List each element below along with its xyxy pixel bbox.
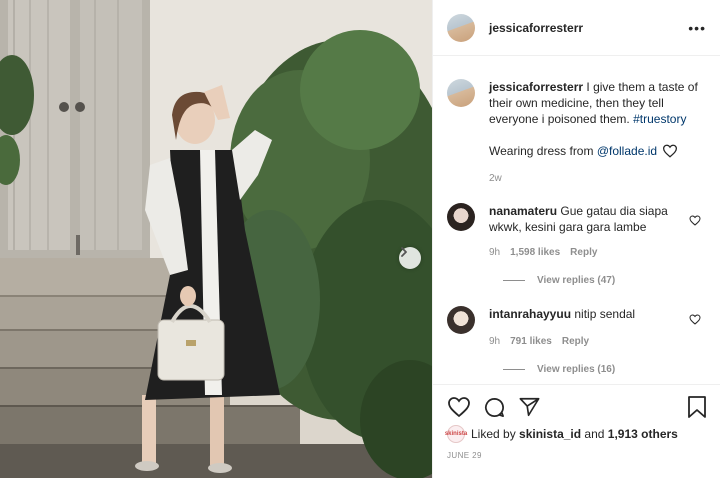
post-actions: skinista Liked by skinista_id and 1,913 … [433,384,720,460]
comment-likes[interactable]: 1,598 likes [510,245,560,261]
action-icons-row [447,395,707,419]
author-username[interactable]: jessicaforresterr [489,21,583,35]
post-date[interactable]: JUNE 29 [447,451,707,460]
liked-by-count[interactable]: 1,913 others [608,427,678,441]
caption-line2: Wearing dress from @follade.id [489,143,699,159]
commenter-username[interactable]: intanrahayyuu [489,307,571,321]
comments-section[interactable]: jessicaforresterr I give them a taste of… [433,57,720,384]
reply-button[interactable]: Reply [562,334,589,350]
comment-text: nitip sendal [574,307,636,321]
paper-plane-icon[interactable] [518,396,541,418]
author-avatar[interactable] [447,13,475,42]
next-photo-button[interactable] [399,247,421,269]
comment-time: 9h [489,336,501,347]
comment-item: nanamateru Gue gatau dia siapa wkwk, kes… [447,203,707,261]
heart-icon[interactable] [447,396,471,418]
post-header: jessicaforresterr ••• [433,0,720,56]
replies-divider [503,369,525,370]
more-options-icon[interactable]: ••• [688,20,706,36]
post-side-panel: jessicaforresterr ••• jessicaforresterr … [432,0,720,478]
view-replies-label: View replies (47) [537,275,616,286]
comment-time: 9h [489,247,501,258]
post-photo[interactable] [0,0,432,478]
heart-emoji-icon [663,144,678,158]
replies-divider [503,280,525,281]
comment-icon[interactable] [483,396,506,419]
caption-hashtag[interactable]: #truestory [633,112,686,126]
view-replies-button[interactable]: View replies (47) [503,275,707,286]
bookmark-icon[interactable] [687,395,707,419]
commenter-username[interactable]: nanamateru [489,204,557,218]
photo-illustration [0,0,432,478]
reply-button[interactable]: Reply [570,245,597,261]
liker-badge-text: skinista [444,431,468,437]
comment-like-icon[interactable] [689,215,701,226]
liked-by-prefix: Liked by [471,427,516,441]
liker-avatar[interactable]: skinista [444,425,468,443]
comment-item: intanrahayyuu nitip sendal 9h 791 likes … [447,306,707,350]
likes-summary: skinista Liked by skinista_id and 1,913 … [444,425,707,443]
commenter-avatar[interactable] [447,203,475,231]
caption-mention[interactable]: @follade.id [597,143,657,159]
caption-line2-prefix: Wearing dress from [489,144,594,158]
caption-avatar[interactable] [447,79,475,107]
chevron-right-icon [401,247,407,257]
comment-like-icon[interactable] [689,314,701,325]
caption-username[interactable]: jessicaforresterr [489,80,583,94]
liked-by-and: and [584,427,605,441]
commenter-avatar[interactable] [447,306,475,334]
view-replies-button[interactable]: View replies (16) [503,364,707,375]
post-caption: jessicaforresterr I give them a taste of… [447,79,707,187]
liked-by-user[interactable]: skinista_id [519,427,581,441]
comment-likes[interactable]: 791 likes [510,334,552,350]
view-replies-label: View replies (16) [537,364,616,375]
caption-time: 2w [489,173,502,184]
